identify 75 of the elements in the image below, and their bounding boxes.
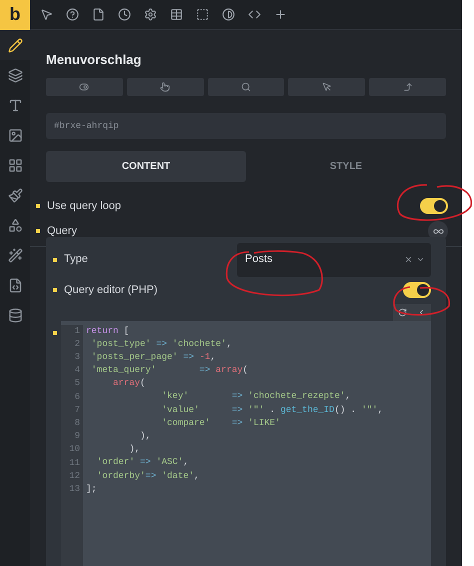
magic-wand-icon (8, 248, 22, 262)
line-number: 13 (69, 482, 80, 496)
action-button[interactable] (46, 78, 123, 96)
code-line: return [ (86, 324, 130, 338)
bullet-icon (53, 288, 57, 292)
sidebar-item[interactable] (0, 30, 30, 60)
brush-icon (8, 188, 22, 202)
code-line: 'value' => '"' . get_the_ID() . '"', (160, 404, 384, 417)
code-line: 'posts_per_page' => -1, (90, 350, 217, 364)
bullet-icon (53, 330, 57, 334)
toggle-icon (79, 82, 90, 92)
table-icon[interactable] (170, 8, 183, 21)
line-number: 1 (74, 324, 80, 338)
code-line: ), (128, 443, 142, 456)
bullet-icon (36, 229, 40, 233)
code-line: array( (112, 377, 146, 390)
element-title: Menuvorschlag (46, 51, 142, 69)
code-line: 'order' => 'ASC', (96, 456, 190, 470)
line-number: 10 (69, 443, 80, 456)
line-number: 9 (74, 430, 80, 444)
code-line: 'post_type' => 'chochete', (90, 338, 233, 351)
line-number: 7 (74, 404, 80, 417)
chevron-down-icon[interactable] (416, 255, 425, 264)
shapes-icon (8, 218, 22, 232)
refresh-icon[interactable] (398, 308, 407, 316)
toggle-switch[interactable] (403, 282, 431, 298)
typography-icon (8, 98, 22, 112)
type-select[interactable]: Posts (237, 242, 431, 276)
file-icon[interactable] (92, 8, 105, 21)
contrast-icon[interactable] (222, 8, 235, 21)
clock-icon[interactable] (118, 8, 131, 21)
settings-icon[interactable] (144, 8, 157, 21)
bullet-icon (53, 258, 57, 262)
line-number: 8 (74, 416, 80, 430)
pencil-icon (8, 38, 22, 52)
hand-pointer-icon (160, 82, 170, 92)
field-label: Query (47, 224, 78, 239)
line-number: 3 (74, 350, 80, 364)
plus-icon[interactable] (274, 8, 287, 21)
grid-icon (8, 158, 22, 172)
code-line: 'key' => 'chochete_rezepte', (160, 390, 352, 404)
logo[interactable]: b (0, 0, 30, 30)
line-number: 6 (74, 390, 80, 404)
field-label: Query editor (PHP) (64, 282, 159, 298)
dashed-square-icon[interactable] (196, 8, 209, 21)
code-line: 'meta_query' => array( (90, 364, 250, 378)
line-number: 4 (74, 364, 80, 378)
image-icon (8, 128, 22, 142)
arrow-up-icon (402, 82, 413, 92)
line-number: 5 (74, 377, 80, 390)
cursor-icon (322, 82, 332, 92)
toggle-switch[interactable] (420, 198, 448, 214)
cursor-icon[interactable] (40, 8, 53, 21)
html-icon (8, 278, 22, 292)
chevron-left-icon[interactable] (417, 308, 426, 316)
database-icon (8, 308, 22, 322)
search-icon (240, 82, 251, 92)
clear-icon[interactable] (404, 255, 413, 264)
line-number: 12 (69, 470, 80, 483)
line-number: 2 (74, 338, 80, 351)
field-label: Use query loop (47, 198, 122, 214)
bullet-icon (36, 204, 40, 208)
code-icon[interactable] (248, 8, 261, 21)
tab[interactable]: CONTENT (46, 150, 246, 182)
id-field[interactable]: #brxe-ahrqip (46, 112, 446, 138)
code-line: ), (139, 430, 152, 443)
code-line: ]; (86, 482, 98, 496)
layers-icon (8, 68, 22, 82)
help-icon[interactable] (66, 8, 79, 21)
line-number: 11 (69, 456, 80, 470)
tab[interactable]: STYLE (246, 150, 446, 182)
code-line: 'compare' => 'LIKE' (160, 416, 282, 430)
field-label: Type (64, 252, 89, 268)
action-button[interactable] (126, 78, 204, 96)
code-line: 'orderby'=> 'date', (96, 470, 200, 483)
